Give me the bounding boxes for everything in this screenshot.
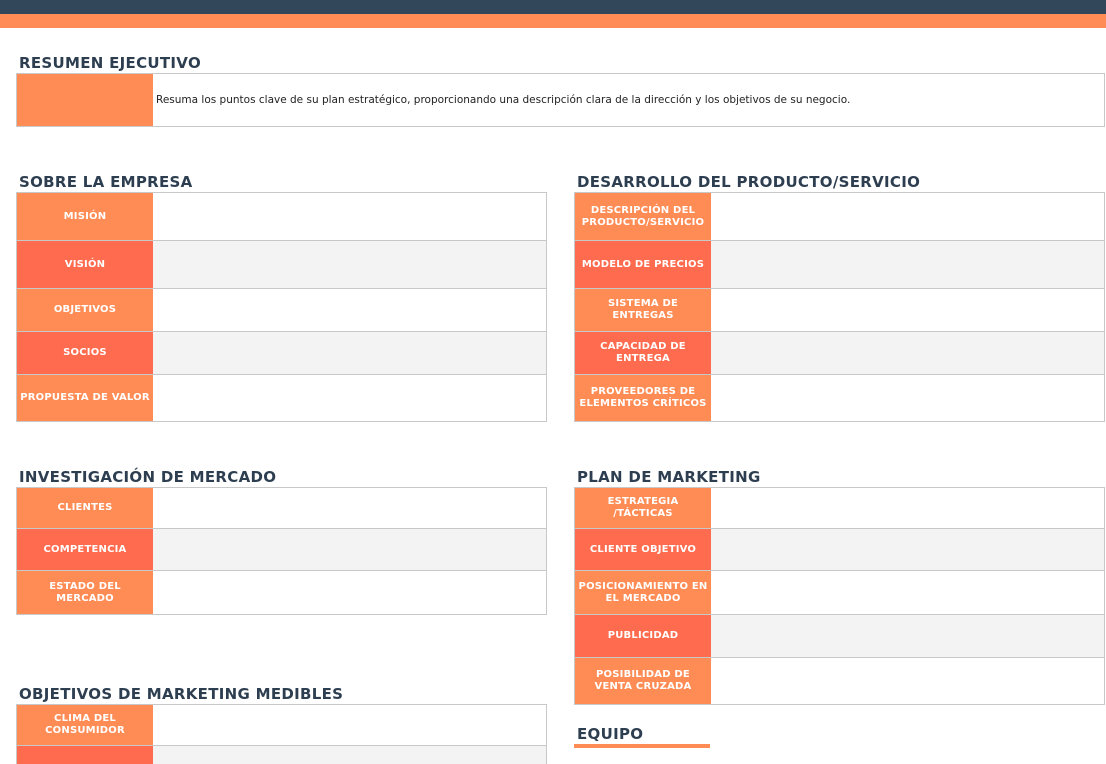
marketing-table: ESTRATEGIA /TÁCTICAS CLIENTE OBJETIVO PO… bbox=[574, 487, 1105, 705]
accent-bar bbox=[0, 14, 1106, 28]
value-cell-clientes[interactable] bbox=[153, 488, 546, 528]
table-row: CAPACIDAD DE ENTREGA bbox=[575, 332, 1104, 375]
value-cell-capacidad[interactable] bbox=[711, 332, 1104, 374]
value-cell-proveedores[interactable] bbox=[711, 375, 1104, 421]
row-label-publicidad: PUBLICIDAD bbox=[575, 615, 711, 657]
table-row: COMPETENCIA bbox=[17, 529, 546, 571]
table-row: CLIMA DEL CONSUMIDOR bbox=[17, 705, 546, 746]
row-label-venta-cruzada: POSIBILIDAD DE VENTA CRUZADA bbox=[575, 658, 711, 704]
row-label-posicionamiento: POSICIONAMIENTO EN EL MERCADO bbox=[575, 571, 711, 614]
value-cell-posicionamiento[interactable] bbox=[711, 571, 1104, 614]
row-label-vision: VISIÓN bbox=[17, 241, 153, 288]
value-cell-mision[interactable] bbox=[153, 193, 546, 240]
row-label-descripcion: DESCRIPCIÓN DEL PRODUCTO/SERVICIO bbox=[575, 193, 711, 240]
row-label-objetivos: OBJETIVOS bbox=[17, 289, 153, 331]
value-cell-descripcion[interactable] bbox=[711, 193, 1104, 240]
table-row: ESTADO DEL MERCADO bbox=[17, 571, 546, 614]
row-label-cliente-objetivo: CLIENTE OBJETIVO bbox=[575, 529, 711, 570]
objetivos-table: CLIMA DEL CONSUMIDOR bbox=[16, 704, 547, 764]
table-row: ESTRATEGIA /TÁCTICAS bbox=[575, 488, 1104, 529]
section-title-equipo: EQUIPO bbox=[577, 725, 644, 743]
row-label-next bbox=[17, 746, 153, 764]
resumen-text[interactable]: Resuma los puntos clave de su plan estra… bbox=[153, 74, 1104, 126]
table-row: PUBLICIDAD bbox=[575, 615, 1104, 658]
value-cell-clima[interactable] bbox=[153, 705, 546, 745]
table-row: DESCRIPCIÓN DEL PRODUCTO/SERVICIO bbox=[575, 193, 1104, 241]
table-row: CLIENTES bbox=[17, 488, 546, 529]
table-row bbox=[17, 746, 546, 764]
table-row: OBJETIVOS bbox=[17, 289, 546, 332]
header-bar bbox=[0, 0, 1106, 14]
value-cell-vision[interactable] bbox=[153, 241, 546, 288]
value-cell-competencia[interactable] bbox=[153, 529, 546, 570]
table-row: PROPUESTA DE VALOR bbox=[17, 375, 546, 421]
table-row: SISTEMA DE ENTREGAS bbox=[575, 289, 1104, 332]
section-title-resumen: RESUMEN EJECUTIVO bbox=[19, 54, 202, 72]
row-label-capacidad: CAPACIDAD DE ENTREGA bbox=[575, 332, 711, 374]
value-cell-cliente-objetivo[interactable] bbox=[711, 529, 1104, 570]
value-cell-publicidad[interactable] bbox=[711, 615, 1104, 657]
value-cell-objetivos[interactable] bbox=[153, 289, 546, 331]
table-row: CLIENTE OBJETIVO bbox=[575, 529, 1104, 571]
value-cell-socios[interactable] bbox=[153, 332, 546, 374]
value-cell-propuesta[interactable] bbox=[153, 375, 546, 421]
table-row: SOCIOS bbox=[17, 332, 546, 375]
empresa-table: MISIÓN VISIÓN OBJETIVOS SOCIOS PROPUESTA… bbox=[16, 192, 547, 422]
mercado-table: CLIENTES COMPETENCIA ESTADO DEL MERCADO bbox=[16, 487, 547, 615]
value-cell-next[interactable] bbox=[153, 746, 546, 764]
row-label-proveedores: PROVEEDORES DE ELEMENTOS CRÍTICOS bbox=[575, 375, 711, 421]
resumen-row: Resuma los puntos clave de su plan estra… bbox=[17, 74, 1104, 126]
row-label-clima: CLIMA DEL CONSUMIDOR bbox=[17, 705, 153, 745]
table-row: MODELO DE PRECIOS bbox=[575, 241, 1104, 289]
section-title-producto: DESARROLLO DEL PRODUCTO/SERVICIO bbox=[577, 173, 921, 191]
row-label-socios: SOCIOS bbox=[17, 332, 153, 374]
table-row: MISIÓN bbox=[17, 193, 546, 241]
row-label-clientes: CLIENTES bbox=[17, 488, 153, 528]
table-row: POSICIONAMIENTO EN EL MERCADO bbox=[575, 571, 1104, 615]
value-cell-estrategia[interactable] bbox=[711, 488, 1104, 528]
row-label-entregas: SISTEMA DE ENTREGAS bbox=[575, 289, 711, 331]
value-cell-precios[interactable] bbox=[711, 241, 1104, 288]
row-label-propuesta: PROPUESTA DE VALOR bbox=[17, 375, 153, 421]
table-row: VISIÓN bbox=[17, 241, 546, 289]
section-title-mercado: INVESTIGACIÓN DE MERCADO bbox=[19, 468, 277, 486]
value-cell-entregas[interactable] bbox=[711, 289, 1104, 331]
row-label-mision: MISIÓN bbox=[17, 193, 153, 240]
resumen-label-cell bbox=[17, 74, 153, 126]
section-title-objetivos: OBJETIVOS DE MARKETING MEDIBLES bbox=[19, 685, 344, 703]
producto-table: DESCRIPCIÓN DEL PRODUCTO/SERVICIO MODELO… bbox=[574, 192, 1105, 422]
row-label-competencia: COMPETENCIA bbox=[17, 529, 153, 570]
value-cell-venta-cruzada[interactable] bbox=[711, 658, 1104, 704]
row-label-precios: MODELO DE PRECIOS bbox=[575, 241, 711, 288]
resumen-table: Resuma los puntos clave de su plan estra… bbox=[16, 73, 1105, 127]
section-title-empresa: SOBRE LA EMPRESA bbox=[19, 173, 193, 191]
equipo-table-top bbox=[574, 744, 710, 748]
value-cell-estado[interactable] bbox=[153, 571, 546, 614]
row-label-estado: ESTADO DEL MERCADO bbox=[17, 571, 153, 614]
table-row: POSIBILIDAD DE VENTA CRUZADA bbox=[575, 658, 1104, 704]
section-title-marketing: PLAN DE MARKETING bbox=[577, 468, 761, 486]
row-label-estrategia: ESTRATEGIA /TÁCTICAS bbox=[575, 488, 711, 528]
table-row: PROVEEDORES DE ELEMENTOS CRÍTICOS bbox=[575, 375, 1104, 421]
